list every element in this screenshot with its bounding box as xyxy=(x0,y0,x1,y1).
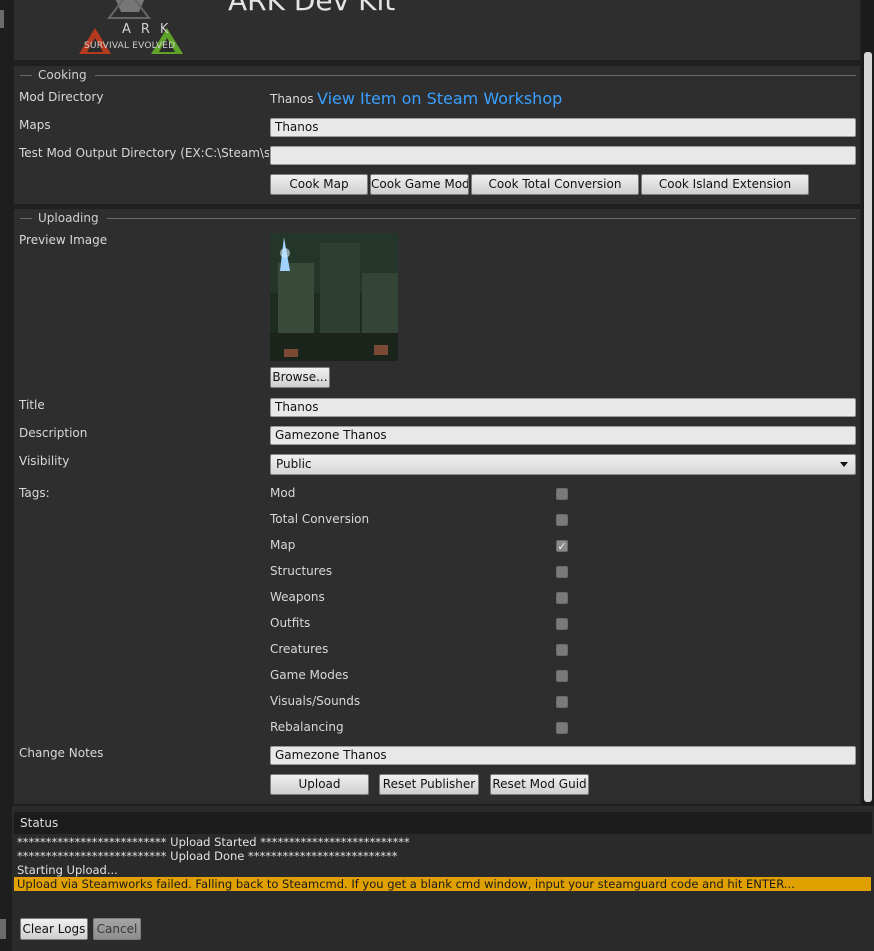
title-label: Title xyxy=(19,398,45,412)
tags-label: Tags: xyxy=(19,486,50,500)
mod-directory-label: Mod Directory xyxy=(19,90,104,104)
log-line: Starting Upload... xyxy=(17,863,118,877)
tag-checkbox-creatures[interactable] xyxy=(556,644,568,656)
description-label: Description xyxy=(19,426,88,440)
tag-label-visuals-sounds: Visuals/Sounds xyxy=(270,694,361,708)
cooking-section-header: Cooking xyxy=(20,68,856,82)
tag-checkbox-mod[interactable] xyxy=(556,488,568,500)
view-workshop-link[interactable]: View Item on Steam Workshop xyxy=(317,89,562,108)
log-warning-line: Upload via Steamworks failed. Falling ba… xyxy=(14,877,871,891)
tag-label-map: Map xyxy=(270,538,296,552)
tag-label-outfits: Outfits xyxy=(270,616,311,630)
visibility-label: Visibility xyxy=(19,454,70,468)
status-title: Status xyxy=(20,816,59,830)
change-notes-label: Change Notes xyxy=(19,746,104,760)
output-directory-input[interactable] xyxy=(270,146,856,165)
output-directory-label: Test Mod Output Directory (EX:C:\Steam\s… xyxy=(19,146,269,160)
title-input[interactable]: Thanos xyxy=(270,398,856,417)
visibility-dropdown[interactable]: Public xyxy=(270,454,856,475)
uploading-section-header: Uploading xyxy=(20,211,856,225)
visibility-value: Public xyxy=(276,457,312,471)
uploading-section-title: Uploading xyxy=(38,211,99,225)
tag-checkbox-total-conversion[interactable] xyxy=(556,514,568,526)
log-line: ************************** Upload Starte… xyxy=(17,835,410,849)
tag-checkbox-rebalancing[interactable] xyxy=(556,722,568,734)
reset-mod-guid-button[interactable]: Reset Mod Guid xyxy=(490,774,589,795)
scrollbar-thumb[interactable] xyxy=(864,52,872,802)
preview-image-label: Preview Image xyxy=(19,233,108,247)
tag-label-structures: Structures xyxy=(270,564,333,578)
status-header xyxy=(14,812,872,834)
left-dock-tab[interactable] xyxy=(0,10,4,28)
chevron-down-icon xyxy=(840,462,848,467)
left-dock-strip xyxy=(0,0,12,951)
cook-total-conversion-button[interactable]: Cook Total Conversion xyxy=(471,174,639,195)
mod-directory-value: Thanos xyxy=(270,92,314,106)
maps-input[interactable]: Thanos xyxy=(270,118,856,137)
maps-label: Maps xyxy=(19,118,51,132)
header-banner: ARK SURVIVAL EVOLVED ARK Dev Kit xyxy=(14,0,860,60)
logo-subtitle: SURVIVAL EVOLVED xyxy=(84,41,176,51)
change-notes-input[interactable]: Gamezone Thanos xyxy=(270,746,856,765)
reset-publisher-button[interactable]: Reset Publisher xyxy=(379,774,479,795)
left-dock-tab-bottom[interactable] xyxy=(0,919,6,939)
browse-button[interactable]: Browse... xyxy=(270,367,330,388)
tag-checkbox-weapons[interactable] xyxy=(556,592,568,604)
cancel-button[interactable]: Cancel xyxy=(93,918,141,940)
app-title: ARK Dev Kit xyxy=(228,0,396,17)
tag-checkbox-game-modes[interactable] xyxy=(556,670,568,682)
tag-label-mod: Mod xyxy=(270,486,296,500)
clear-logs-button[interactable]: Clear Logs xyxy=(20,918,88,940)
log-line: ************************** Upload Done *… xyxy=(17,849,398,863)
cook-game-mod-button[interactable]: Cook Game Mod xyxy=(370,174,469,195)
description-input[interactable]: Gamezone Thanos xyxy=(270,426,856,445)
upload-button[interactable]: Upload xyxy=(270,774,369,795)
cooking-section-title: Cooking xyxy=(38,68,87,82)
cook-island-extension-button[interactable]: Cook Island Extension xyxy=(641,174,809,195)
tag-label-weapons: Weapons xyxy=(270,590,325,604)
preview-image xyxy=(270,233,398,361)
tag-label-game-modes: Game Modes xyxy=(270,668,349,682)
tag-checkbox-visuals-sounds[interactable] xyxy=(556,696,568,708)
uploading-panel xyxy=(14,209,860,804)
tag-checkbox-outfits[interactable] xyxy=(556,618,568,630)
tag-label-rebalancing: Rebalancing xyxy=(270,720,344,734)
tag-label-creatures: Creatures xyxy=(270,642,329,656)
logo-text: ARK xyxy=(122,22,179,37)
tag-label-total-conversion: Total Conversion xyxy=(270,512,370,526)
tag-checkbox-structures[interactable] xyxy=(556,566,568,578)
checkmark-icon: ✓ xyxy=(557,540,567,553)
cook-map-button[interactable]: Cook Map xyxy=(270,174,368,195)
tag-checkbox-map[interactable]: ✓ xyxy=(556,540,568,552)
